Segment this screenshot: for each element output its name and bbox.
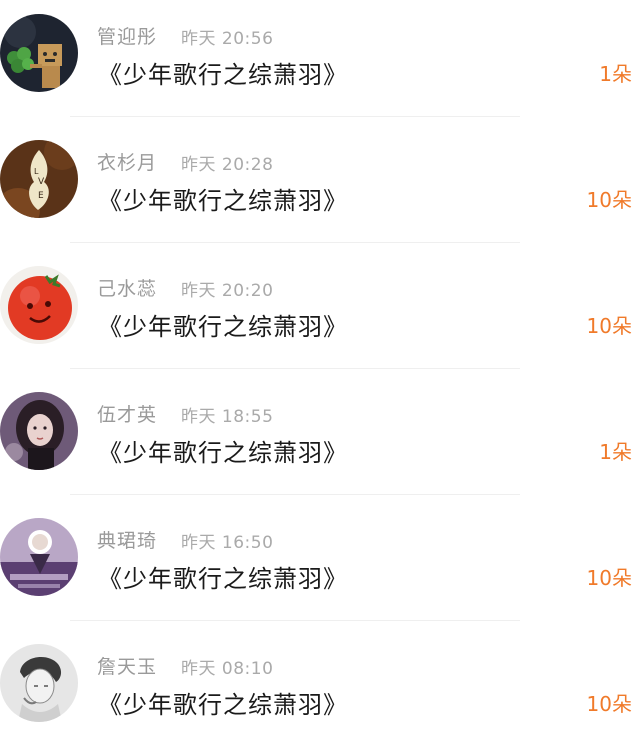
avatar[interactable] <box>0 518 78 596</box>
flower-count: 10朵 <box>586 566 632 590</box>
book-title[interactable]: 《少年歌行之综萧羽》 <box>98 307 348 342</box>
robot-box-figure-icon <box>0 14 78 92</box>
user-name[interactable]: 伍才英 <box>97 400 157 427</box>
book-title[interactable]: 《少年歌行之综萧羽》 <box>98 685 348 720</box>
timestamp: 昨天 18:55 <box>181 407 274 427</box>
list-item[interactable]: 詹天玉 昨天 08:10 《少年歌行之综萧羽》 10朵 <box>0 630 640 756</box>
list-item[interactable]: 己水蕊 昨天 20:20 《少年歌行之综萧羽》 10朵 <box>0 252 640 378</box>
tomato-face-icon <box>0 266 78 344</box>
timestamp: 昨天 20:56 <box>181 29 274 49</box>
user-name[interactable]: 典珺琦 <box>97 526 157 553</box>
divider <box>70 368 520 369</box>
list-item[interactable]: 管迎彤 昨天 20:56 《少年歌行之综萧羽》 1朵 <box>0 0 640 126</box>
list-item[interactable]: L V E 衣杉月 昨天 20:28 《少年歌行之综萧羽》 10朵 <box>0 126 640 252</box>
flower-count: 10朵 <box>586 314 632 338</box>
avatar[interactable] <box>0 644 78 722</box>
user-name[interactable]: 衣杉月 <box>97 148 157 175</box>
avatar[interactable]: L V E <box>0 140 78 218</box>
divider <box>70 494 520 495</box>
gift-record-list: 管迎彤 昨天 20:56 《少年歌行之综萧羽》 1朵 L V E 衣杉月 昨天 … <box>0 0 640 741</box>
divider <box>70 620 520 621</box>
timestamp: 昨天 16:50 <box>181 533 274 553</box>
girl-portrait-icon <box>0 392 78 470</box>
divider <box>70 116 520 117</box>
flower-count: 1朵 <box>599 440 632 464</box>
flower-count: 1朵 <box>599 62 632 86</box>
timestamp: 昨天 20:28 <box>181 155 274 175</box>
svg-text:V: V <box>38 177 45 187</box>
purple-figure-icon <box>0 518 78 596</box>
divider <box>70 242 520 243</box>
user-name[interactable]: 管迎彤 <box>97 22 157 49</box>
love-leaf-icon: L V E <box>0 140 78 218</box>
svg-text:L: L <box>34 167 39 176</box>
svg-text:E: E <box>38 191 44 201</box>
flower-count: 10朵 <box>586 188 632 212</box>
list-item[interactable]: 典珺琦 昨天 16:50 《少年歌行之综萧羽》 10朵 <box>0 504 640 630</box>
flower-count: 10朵 <box>586 692 632 716</box>
book-title[interactable]: 《少年歌行之综萧羽》 <box>98 433 348 468</box>
book-title[interactable]: 《少年歌行之综萧羽》 <box>98 55 348 90</box>
user-name[interactable]: 詹天玉 <box>97 652 157 679</box>
list-item[interactable]: 伍才英 昨天 18:55 《少年歌行之综萧羽》 1朵 <box>0 378 640 504</box>
book-title[interactable]: 《少年歌行之综萧羽》 <box>98 181 348 216</box>
user-name[interactable]: 己水蕊 <box>97 274 157 301</box>
avatar[interactable] <box>0 392 78 470</box>
avatar[interactable] <box>0 266 78 344</box>
book-title[interactable]: 《少年歌行之综萧羽》 <box>98 559 348 594</box>
sketch-portrait-icon <box>0 644 78 722</box>
avatar[interactable] <box>0 14 78 92</box>
timestamp: 昨天 08:10 <box>181 659 274 679</box>
timestamp: 昨天 20:20 <box>181 281 274 301</box>
